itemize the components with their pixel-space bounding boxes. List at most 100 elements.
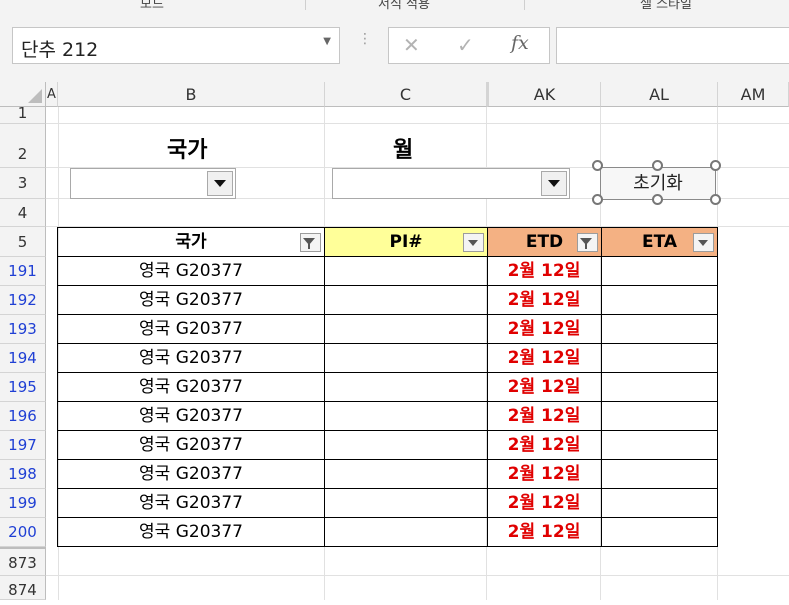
resize-handle[interactable]	[710, 160, 721, 171]
table-cell[interactable]: 영국 G20377	[57, 460, 325, 489]
table-cell[interactable]: 영국 G20377	[57, 402, 325, 431]
row-header[interactable]: 191	[0, 257, 46, 286]
row-header[interactable]: 198	[0, 460, 46, 489]
column-header-b[interactable]: B	[58, 82, 325, 107]
resize-handle[interactable]	[710, 194, 721, 205]
filter-funnel-icon[interactable]	[577, 233, 598, 252]
ribbon-group-label[interactable]: 모드	[140, 0, 164, 12]
formula-buttons: ✕ ✓ fx	[388, 27, 550, 64]
resize-handle[interactable]	[652, 160, 663, 171]
table-cell[interactable]	[601, 257, 718, 286]
table-header-label: ETA	[641, 232, 678, 252]
filter-funnel-icon[interactable]	[300, 233, 321, 252]
row-header[interactable]: 192	[0, 286, 46, 315]
month-dropdown[interactable]	[332, 168, 570, 199]
table-cell[interactable]	[601, 373, 718, 402]
table-cell[interactable]	[601, 489, 718, 518]
chevron-down-icon[interactable]	[207, 171, 233, 196]
table-cell[interactable]: 2월 12일	[487, 257, 602, 286]
table-header-pi: PI#	[324, 227, 488, 257]
table-cell[interactable]	[324, 315, 488, 344]
formula-input[interactable]	[556, 27, 789, 64]
column-header-am[interactable]: AM	[718, 82, 789, 107]
table-cell[interactable]	[324, 402, 488, 431]
close-icon[interactable]: ✕	[403, 33, 420, 57]
resize-handle[interactable]	[652, 194, 663, 205]
drag-handle-icon[interactable]: ⋮	[358, 32, 372, 46]
table-header-country: 국가	[57, 227, 325, 257]
table-header-label: PI#	[389, 232, 423, 252]
name-box-value: 단추 212	[21, 39, 99, 61]
table-cell[interactable]	[601, 518, 718, 547]
ribbon-group-label[interactable]: 서식 적용	[378, 0, 430, 12]
ribbon-group-label[interactable]: 셀 스타일	[640, 0, 692, 12]
table-cell[interactable]: 영국 G20377	[57, 373, 325, 402]
table-cell[interactable]: 영국 G20377	[57, 257, 325, 286]
table-cell[interactable]	[601, 315, 718, 344]
filter-dropdown-icon[interactable]	[693, 233, 714, 252]
ribbon-divider	[305, 0, 306, 10]
name-box[interactable]: 단추 212 ▼	[12, 27, 340, 64]
table-cell[interactable]	[324, 344, 488, 373]
row-header[interactable]: 874	[0, 576, 46, 600]
row-header[interactable]: 873	[0, 547, 46, 576]
chevron-down-icon[interactable]	[541, 171, 567, 196]
table-cell[interactable]	[601, 286, 718, 315]
row-header[interactable]: 197	[0, 431, 46, 460]
row-header[interactable]: 5	[0, 227, 46, 257]
gridline	[46, 123, 789, 124]
table-cell[interactable]	[324, 286, 488, 315]
gridline	[46, 575, 789, 576]
row-header[interactable]: 193	[0, 315, 46, 344]
row-header[interactable]: 199	[0, 489, 46, 518]
row-header[interactable]: 3	[0, 168, 46, 199]
column-header-a[interactable]: A	[46, 82, 58, 107]
table-cell[interactable]	[324, 489, 488, 518]
table-cell[interactable]: 영국 G20377	[57, 286, 325, 315]
table-cell[interactable]	[601, 460, 718, 489]
table-cell[interactable]: 2월 12일	[487, 518, 602, 547]
row-header[interactable]: 196	[0, 402, 46, 431]
table-cell[interactable]: 영국 G20377	[57, 431, 325, 460]
row-header[interactable]: 2	[0, 124, 46, 168]
table-cell[interactable]	[601, 431, 718, 460]
table-cell[interactable]: 영국 G20377	[57, 315, 325, 344]
table-cell[interactable]: 2월 12일	[487, 286, 602, 315]
row-header[interactable]: 200	[0, 518, 46, 547]
table-cell[interactable]	[324, 373, 488, 402]
table-cell[interactable]	[324, 257, 488, 286]
row-header[interactable]: 195	[0, 373, 46, 402]
column-header-al[interactable]: AL	[601, 82, 718, 107]
table-cell[interactable]: 2월 12일	[487, 315, 602, 344]
resize-handle[interactable]	[592, 194, 603, 205]
table-cell[interactable]: 2월 12일	[487, 489, 602, 518]
chevron-down-icon[interactable]: ▼	[323, 36, 331, 47]
row-header[interactable]: 4	[0, 199, 46, 227]
table-cell[interactable]: 영국 G20377	[57, 489, 325, 518]
table-cell[interactable]	[324, 518, 488, 547]
month-label: 월	[393, 138, 414, 163]
column-header-ak[interactable]: AK	[487, 82, 601, 107]
table-cell[interactable]: 2월 12일	[487, 431, 602, 460]
column-header-c[interactable]: C	[325, 82, 487, 107]
ribbon-divider	[524, 0, 525, 10]
table-cell[interactable]	[324, 431, 488, 460]
row-header[interactable]: 1	[0, 106, 46, 124]
country-dropdown[interactable]	[70, 168, 236, 199]
table-cell[interactable]	[324, 460, 488, 489]
table-cell[interactable]: 2월 12일	[487, 373, 602, 402]
filter-dropdown-icon[interactable]	[463, 233, 484, 252]
table-cell[interactable]	[601, 344, 718, 373]
table-cell[interactable]: 영국 G20377	[57, 344, 325, 373]
resize-handle[interactable]	[592, 160, 603, 171]
table-cell[interactable]: 2월 12일	[487, 344, 602, 373]
check-icon[interactable]: ✓	[457, 33, 474, 57]
table-cell[interactable]: 2월 12일	[487, 460, 602, 489]
table-cell[interactable]	[601, 402, 718, 431]
table-cell[interactable]: 영국 G20377	[57, 518, 325, 547]
row-header[interactable]: 194	[0, 344, 46, 373]
table-header-label: 국가	[175, 232, 207, 252]
country-label: 국가	[167, 138, 208, 163]
table-cell[interactable]: 2월 12일	[487, 402, 602, 431]
function-icon[interactable]: fx	[511, 32, 529, 54]
